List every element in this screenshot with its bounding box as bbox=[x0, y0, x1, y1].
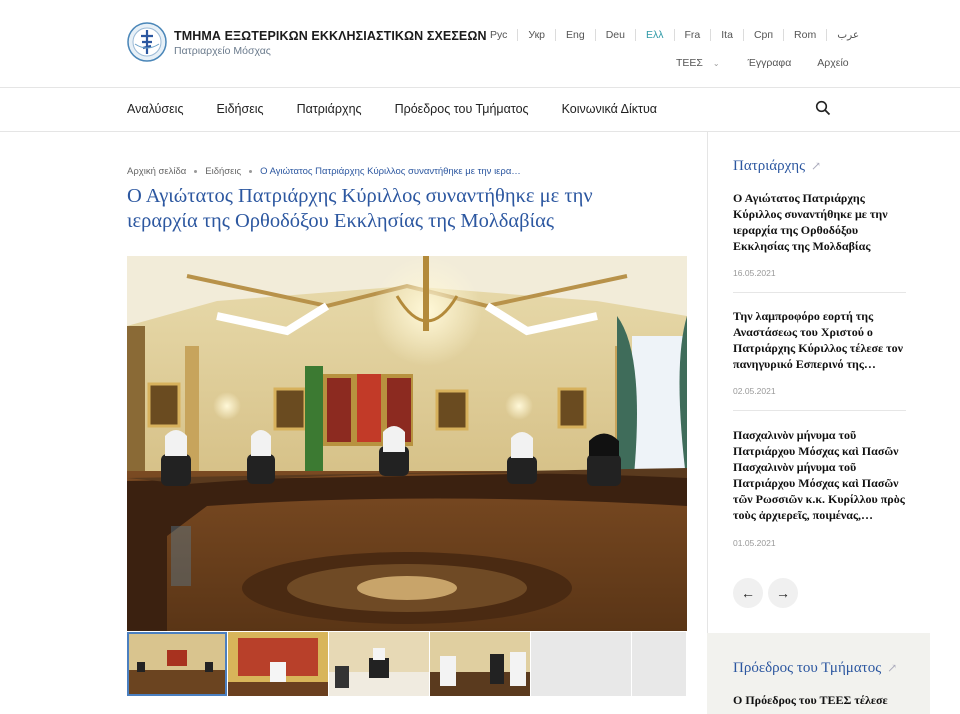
dept-dropdown-label: ΤΕΕΣ bbox=[676, 57, 703, 69]
next-button[interactable]: → bbox=[768, 578, 798, 608]
photo-thumbnails bbox=[127, 632, 687, 696]
thumbnail-3[interactable] bbox=[329, 632, 429, 696]
lang-fr[interactable]: Fra bbox=[673, 29, 711, 41]
breadcrumb-section[interactable]: Ειδήσεις bbox=[205, 166, 241, 177]
dept-logo-icon[interactable] bbox=[127, 22, 167, 62]
thumbnail-2[interactable] bbox=[228, 632, 328, 696]
arrow-up-right-icon: ↗ bbox=[811, 159, 822, 173]
sidebar-chairman-heading[interactable]: Πρόεδρος του Τμήματος ↗ bbox=[733, 660, 897, 677]
sidebar-chairman-heading-label: Πρόεδρος του Τμήματος bbox=[733, 660, 882, 676]
lang-it[interactable]: Ita bbox=[710, 29, 743, 41]
sidebar-news-date: 02.05.2021 bbox=[733, 386, 776, 396]
lang-ro[interactable]: Rom bbox=[783, 29, 826, 41]
sidebar-patriarch-heading[interactable]: Πατριάρχης ↗ bbox=[733, 158, 821, 175]
divider bbox=[733, 292, 906, 293]
thumbnail-5[interactable] bbox=[531, 632, 631, 696]
breadcrumb-separator bbox=[194, 170, 198, 173]
arrow-right-icon: → bbox=[776, 585, 790, 601]
breadcrumb-separator bbox=[249, 170, 253, 173]
language-switcher: Рус Укр Eng Deu Ελλ Fra Ita Срп Rom عرب bbox=[480, 29, 869, 41]
sidebar-news-date: 16.05.2021 bbox=[733, 268, 776, 278]
breadcrumb-home[interactable]: Αρχική σελίδα bbox=[127, 166, 186, 177]
search-icon[interactable] bbox=[815, 100, 831, 116]
header-subnav: ΤΕΕΣ ⌄ Έγγραφα Αρχείο bbox=[676, 57, 875, 69]
sidebar-news-item[interactable]: Την λαμπροφόρο εορτή της Αναστάσεως του … bbox=[733, 308, 908, 372]
lang-ru[interactable]: Рус bbox=[480, 29, 517, 41]
nav-item-social[interactable]: Κοινωνικά Δίκτυα bbox=[562, 102, 657, 116]
thumbnail-4[interactable] bbox=[430, 632, 530, 696]
article-title: Ο Αγιώτατος Πατριάρχης Κύριλλος συναντήθ… bbox=[127, 185, 593, 232]
nav-item-patriarch[interactable]: Πατριάρχης bbox=[297, 102, 362, 116]
arrow-left-icon: ← bbox=[741, 585, 755, 601]
org-subtitle: Πατριαρχείο Μόσχας bbox=[174, 45, 271, 57]
dept-dropdown[interactable]: ΤΕΕΣ ⌄ bbox=[676, 57, 720, 69]
nav-item-news[interactable]: Ειδήσεις bbox=[216, 102, 263, 116]
lang-en[interactable]: Eng bbox=[555, 29, 595, 41]
lang-uk[interactable]: Укр bbox=[517, 29, 555, 41]
nav-item-chairman[interactable]: Πρόεδρος του Τμήματος bbox=[395, 102, 529, 116]
sidebar-chairman-news-item[interactable]: Ο Πρόεδρος του ΤΕΕΣ τέλεσε bbox=[733, 692, 908, 708]
site-header: ΤΜΗΜΑ ΕΞΩΤΕΡΙΚΩΝ ΕΚΚΛΗΣΙΑΣΤΙΚΩΝ ΣΧΕΣΕΩΝ … bbox=[0, 0, 960, 88]
sidebar-news-date: 01.05.2021 bbox=[733, 538, 776, 548]
nav-item-analyses[interactable]: Αναλύσεις bbox=[127, 102, 183, 116]
lang-sr[interactable]: Срп bbox=[742, 29, 783, 41]
breadcrumb: Αρχική σελίδα Ειδήσεις Ο Αγιώτατος Πατρι… bbox=[127, 166, 521, 177]
thumbnail-1[interactable] bbox=[127, 632, 227, 696]
thumbnail-6[interactable] bbox=[632, 632, 686, 696]
chevron-down-icon: ⌄ bbox=[712, 58, 720, 68]
lang-el[interactable]: Ελλ bbox=[634, 29, 674, 41]
lang-ar[interactable]: عرب bbox=[826, 29, 869, 41]
sidebar-patriarch-heading-label: Πατριάρχης bbox=[733, 158, 806, 174]
lang-de[interactable]: Deu bbox=[594, 29, 635, 41]
org-title[interactable]: ΤΜΗΜΑ ΕΞΩΤΕΡΙΚΩΝ ΕΚΚΛΗΣΙΑΣΤΙΚΩΝ ΣΧΕΣΕΩΝ bbox=[174, 29, 487, 43]
sidebar-news-item[interactable]: Πασχαλινὸν μήνυμα τοῦ Πατριάρχου Μόσχας … bbox=[733, 427, 908, 523]
breadcrumb-current: Ο Αγιώτατος Πατριάρχης Κύριλλος συναντήθ… bbox=[260, 166, 521, 177]
archive-link[interactable]: Αρχείο bbox=[817, 57, 848, 69]
meeting-room-illustration bbox=[127, 256, 687, 631]
article-photo[interactable] bbox=[127, 256, 687, 631]
divider bbox=[733, 410, 906, 411]
documents-link[interactable]: Έγγραφα bbox=[748, 57, 792, 69]
prev-button[interactable]: ← bbox=[733, 578, 763, 608]
sidebar-news-item[interactable]: Ο Αγιώτατος Πατριάρχης Κύριλλος συναντήθ… bbox=[733, 190, 908, 254]
arrow-up-right-icon: ↗ bbox=[887, 661, 898, 675]
